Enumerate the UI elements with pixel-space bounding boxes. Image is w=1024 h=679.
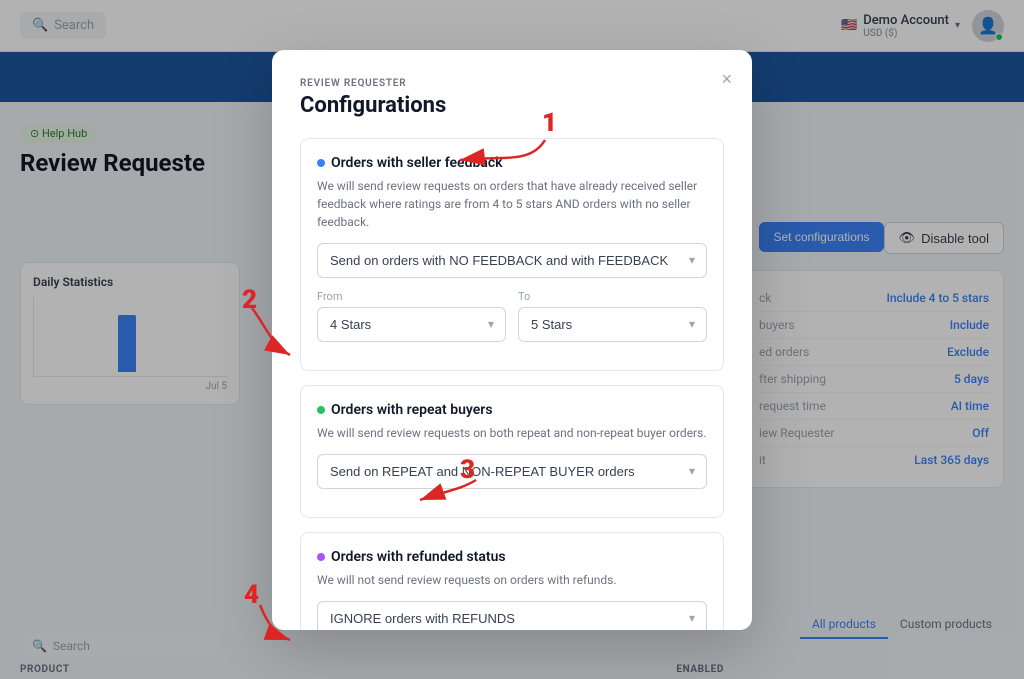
feedback-select[interactable]: Send on orders with NO FEEDBACK and with… [317, 243, 707, 278]
modal-label: REVIEW REQUESTER [300, 78, 724, 89]
section-title-feedback: Orders with seller feedback [331, 155, 503, 171]
modal-title: Configurations [300, 93, 724, 118]
repeat-buyers-section: Orders with repeat buyers We will send r… [300, 385, 724, 518]
section-header: Orders with refunded status [317, 549, 707, 565]
to-group: To 5 Stars ▾ [518, 290, 707, 354]
configurations-modal: REVIEW REQUESTER Configurations × Orders… [272, 50, 752, 630]
refunded-status-section: Orders with refunded status We will not … [300, 532, 724, 630]
section-desc-feedback: We will send review requests on orders t… [317, 177, 707, 231]
section-header: Orders with seller feedback [317, 155, 707, 171]
from-to-row: From 4 Stars ▾ To 5 Stars ▾ [317, 290, 707, 354]
seller-feedback-section: Orders with seller feedback We will send… [300, 138, 724, 371]
section-dot-green [317, 406, 325, 414]
from-stars-select[interactable]: 4 Stars [317, 307, 506, 342]
refunded-select-wrapper: IGNORE orders with REFUNDS ▾ [317, 601, 707, 630]
to-select-wrapper: 5 Stars ▾ [518, 307, 707, 342]
refunded-select[interactable]: IGNORE orders with REFUNDS [317, 601, 707, 630]
section-desc-repeat: We will send review requests on both rep… [317, 424, 707, 442]
section-dot-purple [317, 553, 325, 561]
repeat-buyers-select[interactable]: Send on REPEAT and NON-REPEAT BUYER orde… [317, 454, 707, 489]
section-title-repeat: Orders with repeat buyers [331, 402, 493, 418]
repeat-select-wrapper: Send on REPEAT and NON-REPEAT BUYER orde… [317, 454, 707, 489]
to-label: To [518, 290, 707, 303]
from-group: From 4 Stars ▾ [317, 290, 506, 354]
feedback-select-wrapper: Send on orders with NO FEEDBACK and with… [317, 243, 707, 278]
section-header: Orders with repeat buyers [317, 402, 707, 418]
section-desc-refunded: We will not send review requests on orde… [317, 571, 707, 589]
from-select-wrapper: 4 Stars ▾ [317, 307, 506, 342]
to-stars-select[interactable]: 5 Stars [518, 307, 707, 342]
modal-close-button[interactable]: × [721, 70, 732, 88]
section-title-refunded: Orders with refunded status [331, 549, 506, 565]
section-dot-blue [317, 159, 325, 167]
from-label: From [317, 290, 506, 303]
